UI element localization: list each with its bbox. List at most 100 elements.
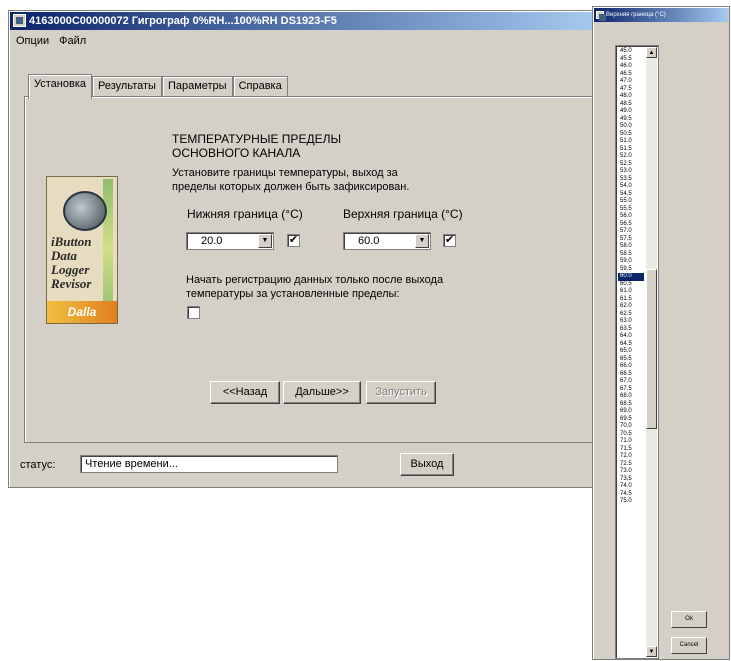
list-item[interactable]: 58.0 (618, 243, 644, 251)
list-item[interactable]: 55.0 (618, 198, 644, 206)
list-item[interactable]: 57.5 (618, 236, 644, 244)
upper-limit-value: 60.0 (358, 235, 380, 247)
tab-help[interactable]: Справка (232, 76, 288, 98)
list-item[interactable]: 74.0 (618, 483, 644, 491)
list-item[interactable]: 67.5 (618, 386, 644, 394)
list-item[interactable]: 49.5 (618, 116, 644, 124)
list-item[interactable]: 63.5 (618, 326, 644, 334)
tab-results[interactable]: Результаты (92, 76, 162, 98)
title-bar[interactable]: 4163000C00000072 Гигрограф 0%RH...100%RH… (10, 12, 598, 30)
scrollbar-thumb[interactable] (646, 269, 657, 429)
logo-brand: Dalla (47, 301, 117, 323)
list-item[interactable]: 71.5 (618, 446, 644, 454)
list-item[interactable]: 69.0 (618, 408, 644, 416)
list-item[interactable]: 64.0 (618, 333, 644, 341)
chevron-down-icon[interactable]: ▼ (258, 234, 272, 248)
upper-limit-select[interactable]: 60.0 ▼ (343, 232, 431, 250)
list-item[interactable]: 66.5 (618, 371, 644, 379)
lower-limit-checkbox[interactable]: ✔ (287, 234, 300, 247)
logo-text-1: iButton (51, 234, 92, 249)
list-item[interactable]: 49.0 (618, 108, 644, 116)
list-item[interactable]: 46.5 (618, 71, 644, 79)
list-item[interactable]: 48.5 (618, 101, 644, 109)
list-item[interactable]: 62.0 (618, 303, 644, 311)
list-item[interactable]: 62.5 (618, 311, 644, 319)
list-item[interactable]: 73.5 (618, 476, 644, 484)
list-item[interactable]: 68.5 (618, 401, 644, 409)
list-item[interactable]: 67.0 (618, 378, 644, 386)
list-item[interactable]: 59.0 (618, 258, 644, 266)
menu-options[interactable]: Опции (11, 35, 54, 47)
list-item[interactable]: 47.0 (618, 78, 644, 86)
lower-limit-value: 20.0 (201, 235, 223, 247)
ok-button[interactable]: Ok (671, 611, 707, 628)
list-item[interactable]: 54.5 (618, 191, 644, 199)
list-item[interactable]: 64.5 (618, 341, 644, 349)
list-item[interactable]: 53.0 (618, 168, 644, 176)
start-condition-line-2: температуры за установленные пределы: (186, 288, 400, 300)
list-item[interactable]: 72.0 (618, 453, 644, 461)
start-button[interactable]: Запустить (366, 381, 436, 404)
upper-limit-checkbox[interactable]: ✔ (443, 234, 456, 247)
list-item[interactable]: 72.5 (618, 461, 644, 469)
list-item[interactable]: 55.5 (618, 206, 644, 214)
status-field: Чтение времени... (80, 455, 338, 473)
list-item[interactable]: 75.0 (618, 498, 644, 506)
list-item[interactable]: 71.0 (618, 438, 644, 446)
list-item[interactable]: 45.5 (618, 56, 644, 64)
list-item[interactable]: 53.5 (618, 176, 644, 184)
chevron-down-icon[interactable]: ▼ (415, 234, 429, 248)
list-item[interactable]: 65.0 (618, 348, 644, 356)
list-item[interactable]: 59.5 (618, 266, 644, 274)
menu-bar: Опции Файл (11, 32, 91, 50)
window-title: 4163000C00000072 Гигрограф 0%RH...100%RH… (29, 15, 337, 27)
list-item[interactable]: 68.0 (618, 393, 644, 401)
logo-text-4: Revisor (51, 276, 92, 291)
list-item[interactable]: 52.5 (618, 161, 644, 169)
description-line-2: пределы которых должен быть зафиксирован… (172, 181, 410, 193)
menu-file[interactable]: Файл (54, 35, 91, 47)
list-item[interactable]: 56.0 (618, 213, 644, 221)
back-button[interactable]: <<Назад (210, 381, 280, 404)
list-item[interactable]: 70.0 (618, 423, 644, 431)
list-item[interactable]: 66.0 (618, 363, 644, 371)
list-item[interactable]: 51.5 (618, 146, 644, 154)
list-item[interactable]: 48.0 (618, 93, 644, 101)
list-item[interactable]: 65.5 (618, 356, 644, 364)
tab-parameters[interactable]: Параметры (161, 76, 233, 98)
list-item[interactable]: 54.0 (618, 183, 644, 191)
arrow-down-icon[interactable]: ▼ (646, 646, 657, 657)
list-item[interactable]: 74.5 (618, 491, 644, 499)
upper-limit-listbox[interactable]: 45.0 45.5 46.0 46.5 47.0 47.5 48.0 48.5 49.0 49.5… (615, 45, 659, 659)
list-item[interactable]: 60.5 (618, 281, 644, 289)
list-item[interactable]: 73.0 (618, 468, 644, 476)
list-item[interactable]: 56.5 (618, 221, 644, 229)
cancel-button[interactable]: Cancel (671, 637, 707, 654)
list-item[interactable]: 45.0 (618, 48, 644, 56)
list-item[interactable]: 63.0 (618, 318, 644, 326)
exit-button[interactable]: Выход (400, 453, 454, 476)
list-item[interactable]: 70.5 (618, 431, 644, 439)
arrow-up-icon[interactable]: ▲ (646, 47, 657, 58)
list-item[interactable]: 61.5 (618, 296, 644, 304)
list-item[interactable]: 51.0 (618, 138, 644, 146)
list-item[interactable]: 46.0 (618, 63, 644, 71)
tab-strip: Установка Результаты Параметры Справка (28, 74, 288, 99)
list-item[interactable]: 57.0 (618, 228, 644, 236)
list-item[interactable]: 60.0 (618, 273, 644, 281)
start-after-limit-checkbox[interactable] (187, 306, 200, 319)
list-item[interactable]: 47.5 (618, 86, 644, 94)
list-item[interactable]: 52.0 (618, 153, 644, 161)
list-item[interactable]: 50.5 (618, 131, 644, 139)
list-item[interactable]: 61.0 (618, 288, 644, 296)
list-item[interactable]: 69.5 (618, 416, 644, 424)
product-logo: iButton Data Logger Revisor Dalla (46, 176, 118, 324)
list-window-title-bar[interactable]: Верхняя граница (°C) (594, 8, 728, 22)
listbox-scrollbar[interactable]: ▲ ▼ (646, 47, 657, 657)
lower-limit-select[interactable]: 20.0 ▼ (186, 232, 274, 250)
tab-setup[interactable]: Установка (28, 74, 92, 99)
upper-limit-list-window: Верхняя граница (°C) 45.0 45.5 46.0 46.5 47.… (592, 6, 730, 660)
list-item[interactable]: 50.0 (618, 123, 644, 131)
next-button[interactable]: Дальше>> (283, 381, 361, 404)
list-item[interactable]: 58.5 (618, 251, 644, 259)
